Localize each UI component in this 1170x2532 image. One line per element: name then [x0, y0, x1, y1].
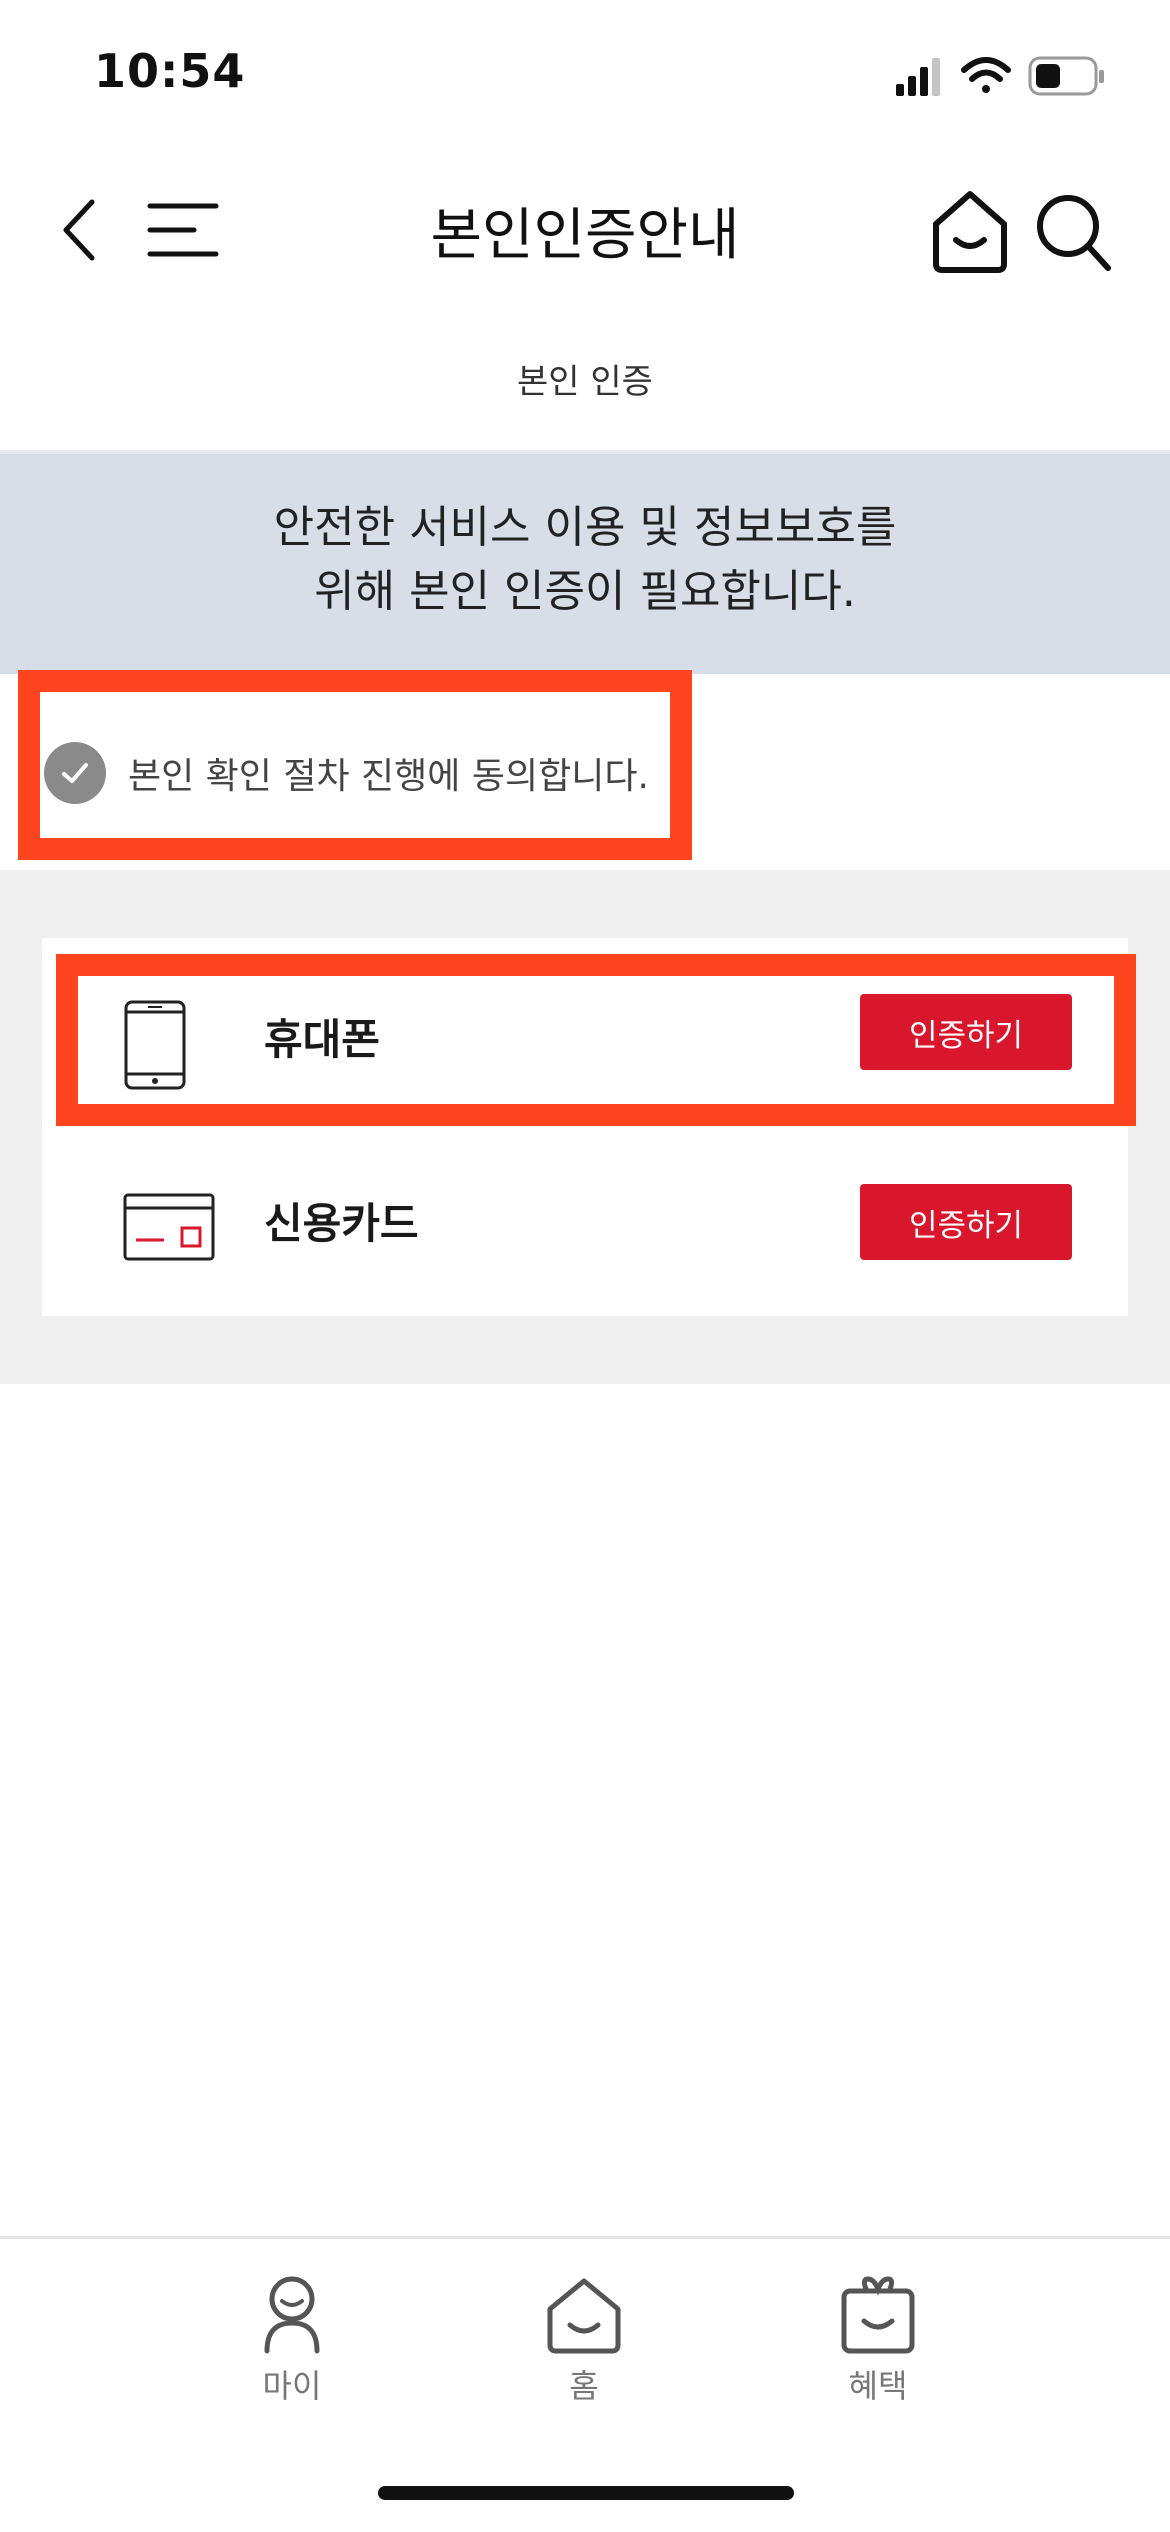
tab-my[interactable]: 마이 — [212, 2275, 372, 2425]
search-icon — [1037, 195, 1111, 271]
banner-line-1: 안전한 서비스 이용 및 정보보호를 — [273, 502, 897, 553]
cellular-signal-icon — [896, 58, 940, 96]
tab-home[interactable]: 홈 — [504, 2275, 664, 2425]
info-banner: 안전한 서비스 이용 및 정보보호를 위해 본인 인증이 필요합니다. — [0, 450, 1170, 674]
app-header: 본인인증안내 — [0, 160, 1170, 300]
search-button[interactable] — [1030, 182, 1116, 278]
verify-card-button[interactable]: 인증하기 — [860, 1184, 1072, 1260]
check-circle-icon — [44, 742, 106, 804]
home-button[interactable] — [928, 180, 1012, 280]
method-label-card: 신용카드 — [264, 1199, 419, 1248]
status-time: 10:54 — [94, 44, 246, 98]
gift-box-icon — [841, 2276, 915, 2354]
banner-line-2: 위해 본인 인증이 필요합니다. — [314, 566, 856, 617]
status-bar: 10:54 — [0, 0, 1170, 140]
tab-benefit-label: 혜택 — [848, 2367, 908, 2405]
home-icon — [547, 2278, 621, 2354]
consent-checkbox[interactable]: 본인 확인 절차 진행에 동의합니다. — [44, 738, 649, 808]
person-icon — [264, 2276, 320, 2354]
tab-my-label: 마이 — [262, 2367, 322, 2405]
home-indicator — [378, 2486, 794, 2500]
section-subtitle: 본인 인증 — [517, 362, 653, 402]
credit-card-icon — [122, 1192, 216, 1266]
wifi-icon — [961, 57, 1011, 93]
status-icons — [892, 52, 1112, 102]
consent-label: 본인 확인 절차 진행에 동의합니다. — [128, 756, 649, 797]
tab-home-label: 홈 — [569, 2367, 599, 2405]
tab-benefit[interactable]: 혜택 — [798, 2275, 958, 2425]
home-icon — [933, 191, 1007, 273]
phone-highlight-box — [56, 954, 1136, 1126]
method-row-card: 신용카드 인증하기 — [42, 1140, 1128, 1310]
battery-icon — [1028, 56, 1104, 96]
